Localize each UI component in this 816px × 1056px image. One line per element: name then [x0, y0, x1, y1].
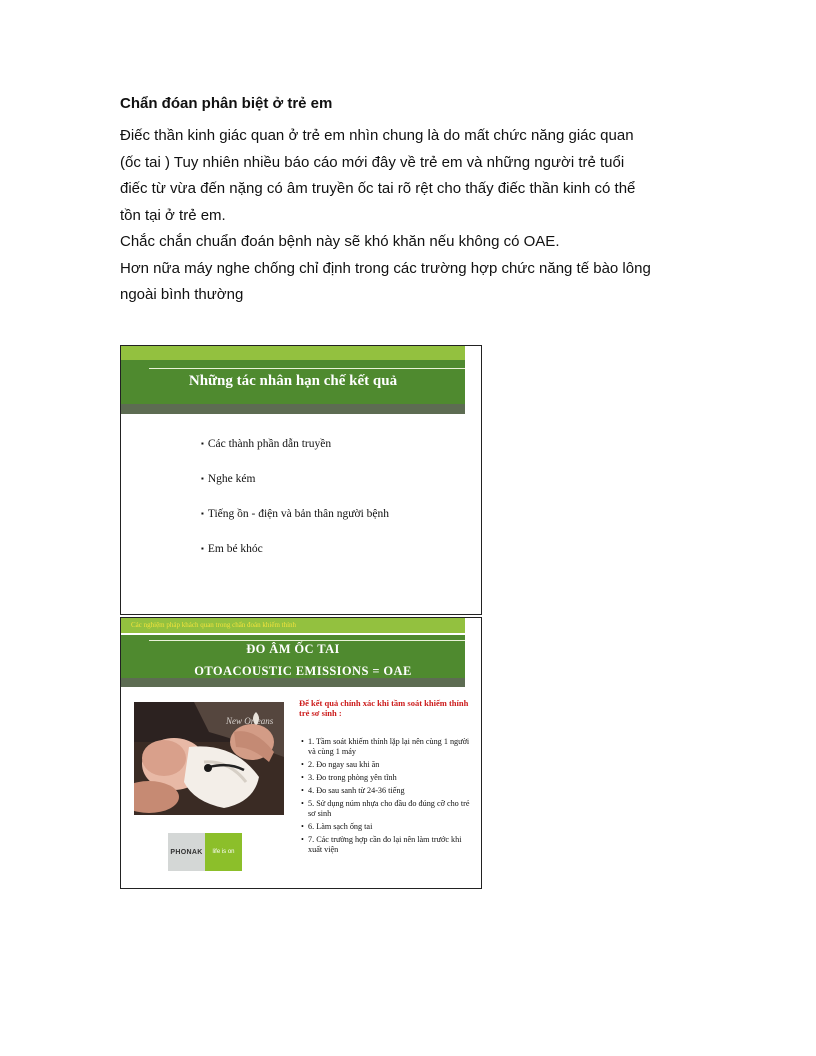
list-item: 5. Sử dụng núm nhựa cho đầu đo đúng cỡ c…	[301, 799, 471, 819]
slide-top-bar	[121, 346, 465, 360]
document-body: Chẩn đóan phân biệt ở trẻ em Điếc thần k…	[120, 94, 720, 309]
slide-bullet-list: 1. Tầm soát khiếm thính lặp lại nên cùng…	[301, 737, 471, 858]
list-item: Nghe kém	[201, 473, 389, 508]
newborn-hearing-test-photo: New Orleans	[134, 702, 284, 815]
list-item: 3. Đo trong phòng yên tĩnh	[301, 773, 471, 783]
photo-illustration: New Orleans	[134, 702, 284, 815]
logo-tagline: life is on	[205, 833, 242, 871]
slide-caption: Các nghiệm pháp khách quan trong chẩn đo…	[131, 621, 297, 629]
slide-red-heading: Để kết quả chính xác khi tầm soát khiếm …	[299, 698, 469, 718]
list-item: Các thành phần dẫn truyền	[201, 438, 389, 473]
slide-limiting-factors: Những tác nhân hạn chế kết quả Các thành…	[120, 345, 482, 615]
slide-header-underbar	[121, 404, 465, 414]
slide-title: Những tác nhân hạn chế kết quả	[188, 373, 398, 389]
logo-brand: PHONAK	[168, 833, 205, 871]
paragraph-line: tồn tại ở trẻ em.	[120, 206, 226, 224]
paragraph-line: Hơn nữa máy nghe chống chỉ định trong cá…	[120, 259, 651, 277]
paragraph-line: (ốc tai ) Tuy nhiên nhiều báo cáo mới đâ…	[120, 153, 625, 171]
section-heading: Chẩn đóan phân biệt ở trẻ em	[120, 95, 333, 112]
list-item: 1. Tầm soát khiếm thính lặp lại nên cùng…	[301, 737, 471, 757]
slide-header-rule	[149, 640, 465, 641]
paragraph-line: ngoài bình thường	[120, 286, 244, 303]
slide-bullet-list: Các thành phần dẫn truyền Nghe kém Tiếng…	[201, 438, 389, 578]
list-item: Tiếng ồn - điện và bản thân người bệnh	[201, 508, 389, 543]
paragraph-line: Chắc chắn chuẩn đoán bệnh này sẽ khó khă…	[120, 233, 560, 250]
slide-oae: Các nghiệm pháp khách quan trong chẩn đo…	[120, 617, 482, 889]
list-item: 7. Các trường hợp cần đo lại nên làm trư…	[301, 835, 471, 855]
slide-title: ĐO ÂM ỐC TAI	[246, 642, 340, 656]
slide-subtitle: OTOACOUSTIC EMISSIONS = OAE	[194, 664, 412, 678]
list-item: 6. Làm sạch ống tai	[301, 822, 471, 832]
list-item: 4. Đo sau sanh từ 24-36 tiếng	[301, 786, 471, 796]
list-item: 2. Đo ngay sau khi ăn	[301, 760, 471, 770]
paragraph-line: điếc từ vừa đến nặng có âm truyền ốc tai…	[120, 180, 636, 197]
slide-header-rule	[149, 368, 465, 369]
slide-header-underbar	[121, 678, 465, 687]
paragraph-line: Điếc thần kinh giác quan ở trẻ em nhìn c…	[120, 127, 634, 144]
list-item: Em bé khóc	[201, 543, 389, 578]
phonak-logo: PHONAK life is on	[168, 833, 242, 871]
